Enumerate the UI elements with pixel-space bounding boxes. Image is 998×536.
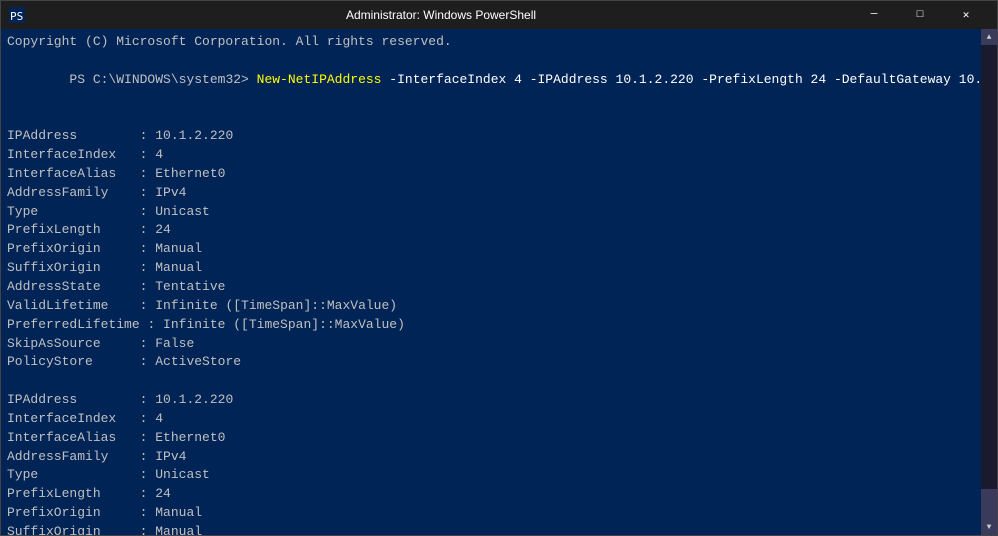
field-suffixorigin-1: SuffixOrigin : Manual [7,259,975,278]
field-prefixorigin-2: PrefixOrigin : Manual [7,504,975,523]
scrollbar-thumb[interactable] [981,489,997,519]
command-line: PS C:\WINDOWS\system32> New-NetIPAddress… [7,52,975,109]
field-interfacealias-1: InterfaceAlias : Ethernet0 [7,165,975,184]
field-interfaceindex-2: InterfaceIndex : 4 [7,410,975,429]
command-args: -InterfaceIndex 4 -IPAddress 10.1.2.220 … [381,72,981,87]
command-name: New-NetIPAddress [257,72,382,87]
field-policystore-1: PolicyStore : ActiveStore [7,353,975,372]
terminal-output[interactable]: Copyright (C) Microsoft Corporation. All… [1,29,981,535]
field-addressfamily-2: AddressFamily : IPv4 [7,448,975,467]
content-area: Copyright (C) Microsoft Corporation. All… [1,29,997,535]
maximize-button[interactable]: □ [897,1,943,29]
field-prefixlength-2: PrefixLength : 24 [7,485,975,504]
field-addressfamily-1: AddressFamily : IPv4 [7,184,975,203]
copyright-line: Copyright (C) Microsoft Corporation. All… [7,33,975,52]
field-prefixlength-1: PrefixLength : 24 [7,221,975,240]
field-type-2: Type : Unicast [7,466,975,485]
prompt-prefix: PS C:\WINDOWS\system32> [69,72,256,87]
field-interfacealias-2: InterfaceAlias : Ethernet0 [7,429,975,448]
field-addressstate-1: AddressState : Tentative [7,278,975,297]
empty-line-2 [7,372,975,391]
minimize-button[interactable]: ─ [851,1,897,29]
scrollbar-arrow-down[interactable]: ▼ [981,519,997,535]
field-preferredlifetime-1: PreferredLifetime : Infinite ([TimeSpan]… [7,316,975,335]
powershell-window: PS Administrator: Windows PowerShell ─ □… [0,0,998,536]
field-ipaddress-1: IPAddress : 10.1.2.220 [7,127,975,146]
field-ipaddress-2: IPAddress : 10.1.2.220 [7,391,975,410]
scrollbar[interactable]: ▲ ▼ [981,29,997,535]
title-bar-title: Administrator: Windows PowerShell [31,8,851,22]
field-suffixorigin-2: SuffixOrigin : Manual [7,523,975,535]
field-validlifetime-1: ValidLifetime : Infinite ([TimeSpan]::Ma… [7,297,975,316]
powershell-icon: PS [9,7,25,23]
close-button[interactable]: ✕ [943,1,989,29]
title-bar: PS Administrator: Windows PowerShell ─ □… [1,1,997,29]
field-type-1: Type : Unicast [7,203,975,222]
empty-line-1 [7,108,975,127]
output-block-1: IPAddress : 10.1.2.220 InterfaceIndex : … [7,127,975,372]
field-skipassource-1: SkipAsSource : False [7,335,975,354]
scrollbar-track[interactable] [981,45,997,519]
scrollbar-arrow-up[interactable]: ▲ [981,29,997,45]
title-bar-controls: ─ □ ✕ [851,1,989,29]
svg-text:PS: PS [10,10,23,23]
field-prefixorigin-1: PrefixOrigin : Manual [7,240,975,259]
field-interfaceindex-1: InterfaceIndex : 4 [7,146,975,165]
output-block-2: IPAddress : 10.1.2.220 InterfaceIndex : … [7,391,975,535]
